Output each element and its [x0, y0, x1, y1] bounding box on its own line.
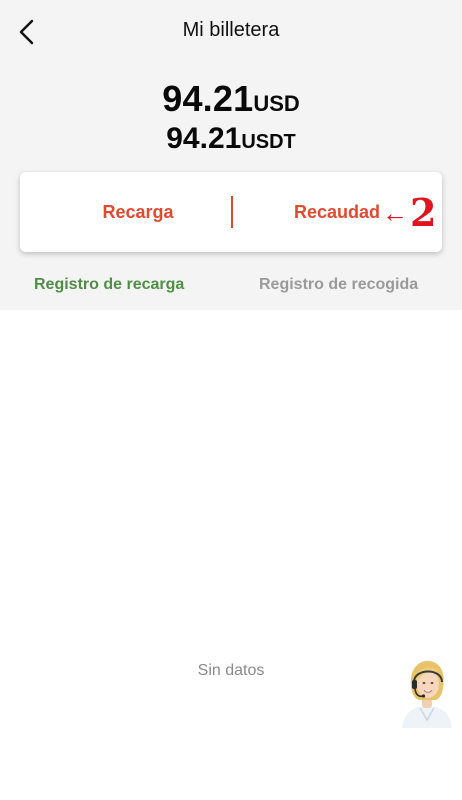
tab-recharge-history[interactable]: Registro de recarga [34, 276, 184, 294]
balance-usd-value: 94.21 [162, 78, 254, 119]
balance-usdt-currency: USDT [241, 131, 296, 153]
wallet-actions-card: Recarga Recaudad [20, 172, 442, 252]
customer-support-avatar-icon [402, 660, 452, 728]
wallet-page: Mi billetera 94.21USD 94.21USDT Recarga … [0, 0, 462, 800]
balance-usdt-value: 94.21 [166, 122, 242, 155]
balance-usd: 94.21USD [0, 78, 462, 120]
annotation-arrow-icon: ← [382, 198, 408, 228]
customer-support-button[interactable] [398, 656, 456, 728]
empty-state-text: Sin datos [197, 662, 265, 679]
balance-usdt: 94.21USDT [0, 122, 462, 156]
annotation-number: 2 [410, 190, 437, 235]
tab-collection-history[interactable]: Registro de recogida [259, 276, 418, 294]
recharge-button[interactable]: Recarga [20, 172, 256, 252]
balance-usd-currency: USD [253, 91, 300, 116]
step-annotation: ← 2 [382, 193, 436, 233]
page-title: Mi billetera [182, 19, 280, 41]
